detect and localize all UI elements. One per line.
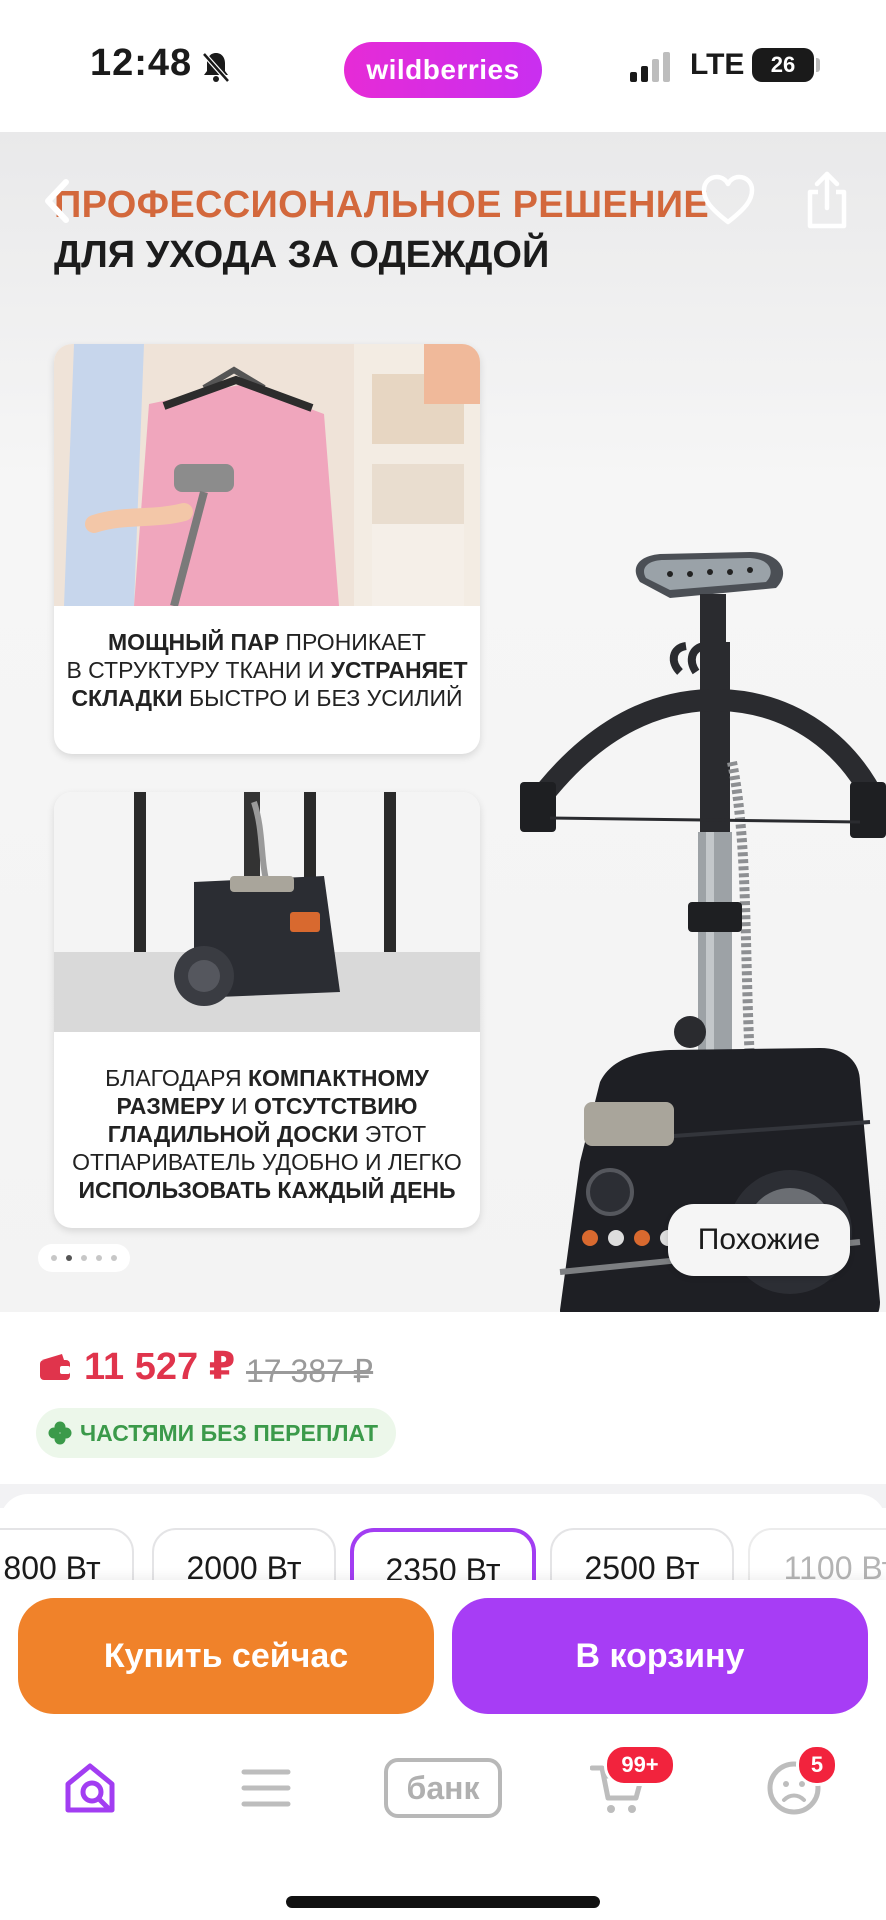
feature-text-line: ИСПОЛЬЗОВАТЬ КАЖДЫЙ ДЕНЬ — [54, 1176, 480, 1204]
feature-text-bold: МОЩНЫЙ ПАР — [108, 629, 280, 655]
profile-notification-badge: 5 — [796, 1744, 838, 1786]
feature-text-regular: ЭТОТ — [358, 1121, 427, 1147]
pagination-dot — [51, 1255, 57, 1261]
brand-logo: wildberries — [344, 42, 542, 98]
feature-text-bold: ОТСУТСТВИЮ — [253, 1093, 418, 1119]
bottom-tab-bar: банк 99+ 5 — [0, 1720, 886, 1920]
back-chevron-icon[interactable] — [38, 176, 78, 226]
feature-card-compact: БЛАГОДАРЯ КОМПАКТНОМУ РАЗМЕРУ И ОТСУТСТВИ… — [54, 792, 480, 1228]
price-section: 11 527 ₽ 17 387 ₽ ЧАСТЯМИ БЕЗ ПЕРЕПЛАТ — [0, 1312, 886, 1484]
steamer-product-photo — [520, 552, 886, 1312]
feature-text-line: ОТПАРИВАТЕЛЬ УДОБНО И ЛЕГКО — [54, 1148, 480, 1176]
action-bar: Купить сейчас В корзину — [0, 1580, 886, 1720]
feature-text-regular: БЛАГОДАРЯ — [105, 1065, 248, 1091]
status-time: 12:48 — [90, 42, 193, 84]
feature-text-line: БЛАГОДАРЯ КОМПАКТНОМУ — [54, 1064, 480, 1092]
feature-text-regular: И — [224, 1093, 254, 1119]
signal-icon — [630, 52, 670, 82]
feature-text-bold: КОМПАКТНОМУ — [247, 1065, 429, 1091]
feature-card-steam: МОЩНЫЙ ПАР ПРОНИКАЕТ В СТРУКТУРУ ТКАНИ И … — [54, 344, 480, 754]
price-old: 17 387 ₽ — [246, 1353, 374, 1389]
share-icon[interactable] — [800, 170, 854, 230]
feature-text-regular: ОТПАРИВАТЕЛЬ УДОБНО И ЛЕГКО — [72, 1149, 462, 1175]
gallery-pagination-dots — [38, 1244, 130, 1272]
wallet-icon — [40, 1354, 70, 1380]
pagination-dot — [81, 1255, 87, 1261]
steamer-room-photo — [54, 792, 480, 1032]
feature-text-line: МОЩНЫЙ ПАР ПРОНИКАЕТ — [54, 628, 480, 656]
feature-text-line: РАЗМЕРУ И ОТСУТСТВИЮ — [54, 1092, 480, 1120]
pagination-dot-active — [66, 1255, 72, 1261]
catalog-menu-icon[interactable] — [238, 1760, 294, 1816]
headline-line2: ДЛЯ УХОДА ЗА ОДЕЖДОЙ — [54, 234, 550, 276]
cart-count-badge: 99+ — [604, 1744, 676, 1786]
product-gallery[interactable]: ПРОФЕССИОНАЛЬНОЕ РЕШЕНИЕ ДЛЯ УХОДА ЗА ОД… — [0, 132, 886, 1312]
feature-text-bold: ГЛАДИЛЬНОЙ ДОСКИ — [107, 1121, 359, 1147]
bell-slash-icon — [202, 52, 230, 83]
heart-icon[interactable] — [700, 174, 756, 226]
feature-text-line: В СТРУКТУРУ ТКАНИ И УСТРАНЯЕТ — [54, 656, 480, 684]
price-current: 11 527 ₽ — [84, 1346, 236, 1388]
home-search-icon[interactable] — [62, 1760, 118, 1816]
feature-text-bold: ИСПОЛЬЗОВАТЬ КАЖДЫЙ ДЕНЬ — [78, 1177, 456, 1203]
feature-text-line: СКЛАДКИ БЫСТРО И БЕЗ УСИЛИЙ — [54, 684, 480, 712]
feature-text-compact: БЛАГОДАРЯ КОМПАКТНОМУ РАЗМЕРУ И ОТСУТСТВИ… — [54, 1064, 480, 1204]
status-bar: 12:48 wildberries LTE 26 — [0, 0, 886, 132]
installments-label: ЧАСТЯМИ БЕЗ ПЕРЕПЛАТ — [80, 1419, 379, 1446]
add-to-cart-button[interactable]: В корзину — [452, 1598, 868, 1714]
pagination-dot — [111, 1255, 117, 1261]
similar-button[interactable]: Похожие — [668, 1204, 850, 1276]
installments-badge[interactable]: ЧАСТЯМИ БЕЗ ПЕРЕПЛАТ — [36, 1408, 397, 1458]
headline-accent: ПРОФЕССИОНАЛЬНОЕ РЕШЕНИЕ — [54, 184, 709, 226]
power-variants-row: 800 Вт 2000 Вт 2350 Вт 2500 Вт 1100 Вт — [0, 1494, 886, 1594]
feature-text-regular: БЫСТРО И БЕЗ УСИЛИЙ — [182, 685, 463, 711]
home-indicator — [286, 1896, 600, 1908]
feature-text-line: ГЛАДИЛЬНОЙ ДОСКИ ЭТОТ — [54, 1120, 480, 1148]
steaming-shirt-photo — [54, 344, 480, 606]
buy-now-button[interactable]: Купить сейчас — [18, 1598, 434, 1714]
feature-text-bold: СКЛАДКИ — [71, 685, 183, 711]
clover-icon — [48, 1421, 72, 1445]
feature-text-steam: МОЩНЫЙ ПАР ПРОНИКАЕТ В СТРУКТУРУ ТКАНИ И … — [54, 628, 480, 712]
feature-text-bold: РАЗМЕРУ — [116, 1093, 225, 1119]
battery-tip — [816, 58, 820, 72]
bank-icon[interactable]: банк — [384, 1758, 502, 1818]
network-label: LTE — [690, 48, 745, 81]
pagination-dot — [96, 1255, 102, 1261]
gallery-headline: ПРОФЕССИОНАЛЬНОЕ РЕШЕНИЕ — [54, 184, 709, 227]
feature-text-bold: УСТРАНЯЕТ — [330, 657, 468, 683]
feature-text-regular: В СТРУКТУРУ ТКАНИ И — [66, 657, 331, 683]
feature-text-regular: ПРОНИКАЕТ — [279, 629, 426, 655]
battery-indicator: 26 — [752, 48, 814, 82]
